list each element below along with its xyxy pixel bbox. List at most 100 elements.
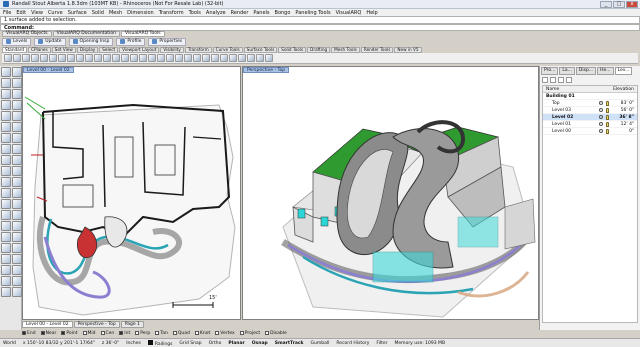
menu-curve[interactable]: Curve <box>48 10 63 16</box>
gumball-toggle[interactable]: Gumball <box>311 341 330 346</box>
leader-icon[interactable] <box>12 254 22 264</box>
point-icon[interactable] <box>12 67 22 77</box>
osnap-toggle[interactable]: Osnap <box>252 341 268 346</box>
tab-perspective[interactable]: Perspective - Top <box>73 321 120 328</box>
arc-icon[interactable] <box>12 89 22 99</box>
menu-analyze[interactable]: Analyze <box>206 10 226 16</box>
cplane-status[interactable]: World <box>3 341 16 346</box>
header-elevation[interactable]: Elevation <box>613 86 634 92</box>
wireframe-icon[interactable] <box>175 54 183 62</box>
menu-surface[interactable]: Surface <box>68 10 87 16</box>
osnap-mid[interactable]: Mid <box>82 331 96 336</box>
trim-icon[interactable] <box>1 188 11 198</box>
menu-edit[interactable]: Edit <box>16 10 26 16</box>
level-row-top[interactable]: Top 83' 0" <box>543 100 637 107</box>
redo-icon[interactable] <box>85 54 93 62</box>
level-row-01[interactable]: Level 01 12' 4" <box>543 121 637 128</box>
text-icon[interactable] <box>1 122 11 132</box>
layer-icon[interactable] <box>211 54 219 62</box>
tab-levels[interactable]: Lev... <box>614 67 633 75</box>
copy-object-icon[interactable] <box>12 210 22 220</box>
split-icon[interactable] <box>12 188 22 198</box>
tab-display[interactable]: Disp... <box>575 67 597 75</box>
distance-icon[interactable] <box>12 265 22 275</box>
analyze-icon[interactable] <box>1 265 11 275</box>
osnap-near[interactable]: Near <box>40 331 56 336</box>
checkbox[interactable] <box>22 331 26 335</box>
scale-icon[interactable] <box>12 221 22 231</box>
circle-icon[interactable] <box>1 100 11 110</box>
rectangle-icon[interactable] <box>1 111 11 121</box>
print-icon[interactable] <box>31 54 39 62</box>
help-icon[interactable] <box>265 54 273 62</box>
checkbox[interactable] <box>119 331 124 335</box>
checkbox[interactable] <box>61 331 66 335</box>
tab-properties[interactable]: Pro... <box>541 67 559 75</box>
smarttrack-toggle[interactable]: SmartTrack <box>275 341 304 346</box>
checkbox[interactable] <box>172 331 177 335</box>
level-row-building[interactable]: Building 01 <box>543 93 637 100</box>
mesh-icon[interactable] <box>12 155 22 165</box>
tab-page-1[interactable]: Page 1 <box>120 321 144 328</box>
menu-file[interactable]: File <box>3 10 11 16</box>
level-row-03[interactable]: Level 03 56' 0" <box>543 107 637 114</box>
header-name[interactable]: Name <box>546 86 559 92</box>
import-icon[interactable] <box>40 54 48 62</box>
named-view-icon[interactable] <box>12 276 22 286</box>
move-icon[interactable] <box>1 210 11 220</box>
menu-view[interactable]: View <box>31 10 43 16</box>
menu-dimension[interactable]: Dimension <box>127 10 154 16</box>
select-all-icon[interactable] <box>166 54 174 62</box>
opening-insp-button[interactable]: Opening Insp <box>68 37 114 46</box>
tab-layers[interactable]: La... <box>559 67 575 75</box>
polygon-icon[interactable] <box>12 111 22 121</box>
bulb-icon[interactable] <box>606 121 609 127</box>
mirror-icon[interactable] <box>1 232 11 242</box>
checkbox[interactable] <box>194 331 199 335</box>
undo-icon[interactable] <box>76 54 84 62</box>
light-icon[interactable] <box>12 287 22 297</box>
visibility-icon[interactable] <box>599 129 603 133</box>
group-icon[interactable] <box>1 199 11 209</box>
maximize-button[interactable]: □ <box>613 1 625 8</box>
close-button[interactable]: x <box>626 1 638 8</box>
osnap-disable[interactable]: Disable <box>265 331 287 336</box>
sphere-icon[interactable] <box>12 144 22 154</box>
delete-level-icon[interactable] <box>550 77 556 83</box>
bulb-icon[interactable] <box>606 107 609 113</box>
checkbox[interactable] <box>40 331 45 335</box>
menu-render[interactable]: Render <box>231 10 249 16</box>
line-icon[interactable] <box>12 78 22 88</box>
bulb-icon[interactable] <box>606 100 609 106</box>
new-icon[interactable] <box>4 54 12 62</box>
osnap-quad[interactable]: Quad <box>172 331 190 336</box>
menu-tools[interactable]: Tools <box>189 10 201 16</box>
osnap-project[interactable]: Project <box>239 331 260 336</box>
tab-level-plan[interactable]: Level 00 - Level 02 <box>22 321 73 328</box>
osnap-int[interactable]: Int <box>119 331 130 336</box>
render-icon[interactable] <box>202 54 210 62</box>
record-history-toggle[interactable]: Record History <box>336 341 369 346</box>
box-icon[interactable] <box>1 144 11 154</box>
ortho-toggle[interactable]: Ortho <box>209 341 222 346</box>
properties-button[interactable]: Properties <box>148 37 187 46</box>
ellipse-icon[interactable] <box>12 100 22 110</box>
properties-icon[interactable] <box>220 54 228 62</box>
fillet-icon[interactable] <box>1 166 11 176</box>
menu-panels[interactable]: Panels <box>253 10 269 16</box>
options-icon[interactable] <box>256 54 264 62</box>
osnap-vertex[interactable]: Vertex <box>215 331 235 336</box>
checkbox[interactable] <box>82 331 87 335</box>
show-icon[interactable] <box>247 54 255 62</box>
four-viewports-icon[interactable] <box>157 54 165 62</box>
cylinder-icon[interactable] <box>1 155 11 165</box>
hide-icon[interactable] <box>238 54 246 62</box>
rendered-icon[interactable] <box>193 54 201 62</box>
new-level-icon[interactable] <box>542 77 548 83</box>
visibility-icon[interactable] <box>599 108 603 112</box>
move-down-icon[interactable] <box>566 77 572 83</box>
visibility-icon[interactable] <box>599 101 603 105</box>
menu-help[interactable]: Help <box>366 10 377 16</box>
plan-viewport[interactable]: Level 00 - Level 02 15' <box>22 66 241 320</box>
extrude-icon[interactable] <box>12 133 22 143</box>
